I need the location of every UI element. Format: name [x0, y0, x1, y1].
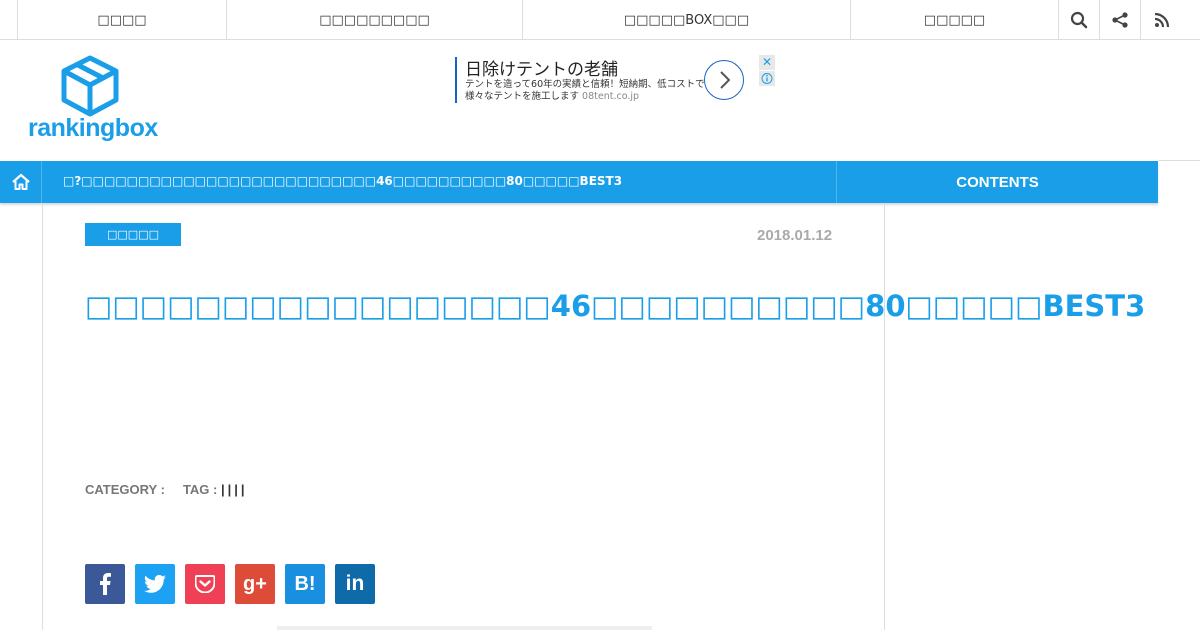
ad-banner[interactable]: 日除けテントの老舗 テントを造って60年の実績と信頼！短納期、低コストで様々なテ…	[455, 55, 775, 105]
post-title: □□□□□□□□□□□□□□□□□46□□□□□□□□□□80□□□□□BEST…	[85, 289, 1146, 323]
ad-title[interactable]: 日除けテントの老舗	[465, 55, 618, 80]
nav-item-2[interactable]: □□□□□□□□□	[227, 0, 523, 40]
home-icon	[11, 173, 30, 190]
nav-item-4[interactable]: □□□□□	[851, 0, 1059, 40]
hatena-share-button[interactable]: B!	[285, 564, 325, 604]
googleplus-icon: g+	[243, 572, 267, 595]
ad-accent-bar	[455, 57, 457, 103]
search-icon	[1070, 11, 1088, 29]
ad-close-icon[interactable]: ✕	[759, 55, 775, 70]
breadcrumb[interactable]: □?□□□□□□□□□□□□□□□□□□□□□□□□□□46□□□□□□□□□□…	[63, 174, 622, 188]
chevron-right-icon	[720, 71, 731, 89]
ad-url: 08tent.co.jp	[582, 91, 640, 102]
linkedin-share-button[interactable]: in	[335, 564, 375, 604]
post-meta: CATEGORY : TAG : ||||	[85, 482, 248, 497]
nav-item-3[interactable]: □□□□□BOX□□□	[523, 0, 851, 40]
breadcrumb-bar: □?□□□□□□□□□□□□□□□□□□□□□□□□□□46□□□□□□□□□□…	[0, 161, 1158, 203]
facebook-icon	[100, 573, 111, 595]
bottom-scroll-indicator	[277, 626, 652, 630]
googleplus-share-button[interactable]: g+	[235, 564, 275, 604]
article-main: □□□□□ 2018.01.12 □□□□□□□□□□□□□□□□□46□□□□…	[42, 203, 1146, 630]
facebook-share-button[interactable]	[85, 564, 125, 604]
ad-info-icon[interactable]	[759, 71, 775, 86]
category-label: CATEGORY :	[85, 482, 165, 497]
rss-icon	[1154, 12, 1169, 28]
nav-spacer	[0, 0, 18, 39]
nav-item-1[interactable]: □□□□	[18, 0, 227, 40]
ad-description: テントを造って60年の実績と信頼！短納期、低コストで様々なテントを施工します 0…	[465, 79, 705, 103]
tag-list[interactable]: ||||	[221, 482, 248, 497]
post-date: 2018.01.12	[757, 227, 833, 244]
rss-button[interactable]	[1141, 0, 1182, 40]
share-button[interactable]	[1100, 0, 1141, 40]
search-button[interactable]	[1059, 0, 1100, 40]
twitter-share-button[interactable]	[135, 564, 175, 604]
linkedin-icon: in	[345, 572, 365, 595]
share-buttons: g+ B! in	[85, 564, 375, 604]
ad-arrow-button[interactable]	[704, 60, 744, 100]
home-button[interactable]	[0, 161, 42, 203]
top-navigation: □□□□ □□□□□□□□□ □□□□□BOX□□□ □□□□□	[0, 0, 1200, 40]
category-badge[interactable]: □□□□□	[85, 223, 181, 246]
pocket-icon	[195, 575, 215, 593]
hatena-icon: B!	[294, 572, 316, 595]
header-divider	[1158, 160, 1200, 161]
pocket-share-button[interactable]	[185, 564, 225, 604]
logo-text[interactable]: rankingbox	[28, 114, 158, 143]
tag-group: TAG : ||||	[183, 482, 248, 497]
tag-label: TAG :	[182, 482, 218, 497]
contents-button[interactable]: CONTENTS	[836, 161, 1158, 203]
twitter-icon	[144, 575, 166, 593]
share-icon	[1112, 12, 1128, 28]
